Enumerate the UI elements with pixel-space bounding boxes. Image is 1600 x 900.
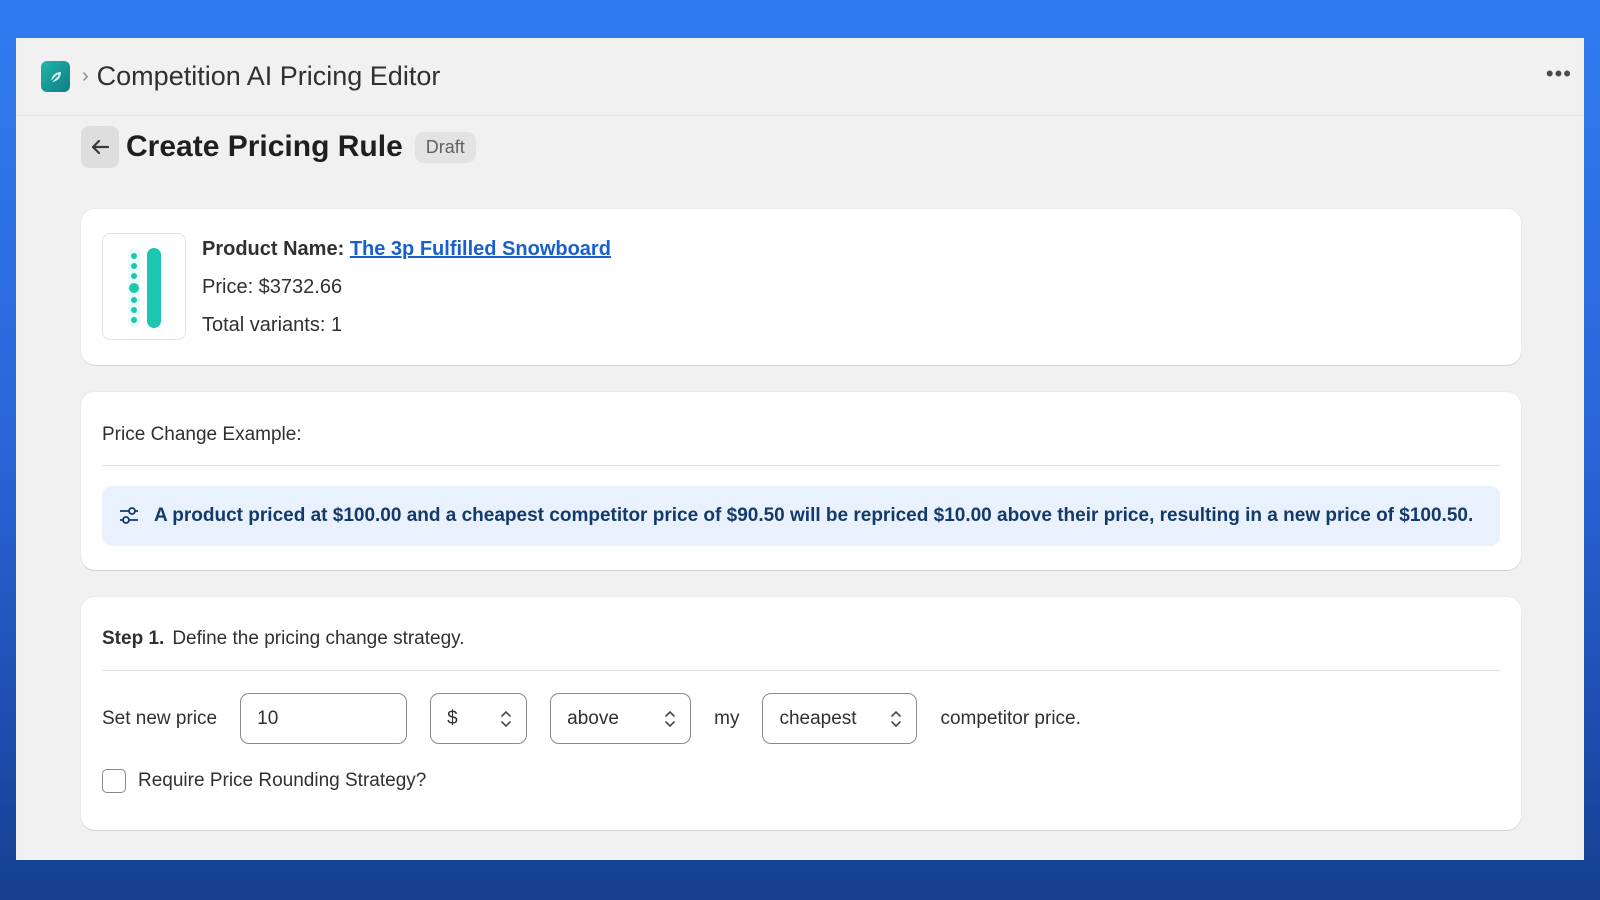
product-thumbnail [102,233,186,340]
select-arrows-icon [891,710,902,728]
divider [102,670,1500,671]
app-title: Competition AI Pricing Editor [96,61,441,91]
more-actions-icon[interactable]: ••• [1546,62,1572,86]
step-description: Define the pricing change strategy. [172,628,465,649]
product-name-label: Product Name: [202,238,345,260]
step-heading: Step 1. Define the pricing change strateg… [102,628,465,650]
arrow-left-icon [91,139,110,155]
select-arrows-icon [501,710,511,728]
select-arrows-icon [665,710,675,728]
rounding-row: Require Price Rounding Strategy? [102,769,426,793]
sliders-icon [120,507,138,524]
price-amount-input[interactable]: 10 [240,693,408,744]
rounding-label: Require Price Rounding Strategy? [138,770,427,791]
competitor-select-value: cheapest [779,707,857,729]
competitor-price-label: competitor price. [940,707,1081,729]
step-1-card: Step 1. Define the pricing change strateg… [81,597,1521,830]
step-number: Step 1. [102,628,165,649]
product-name-row: Product Name: The 3p Fulfilled Snowboard [202,237,611,275]
leaf-app-icon[interactable] [41,61,70,92]
product-variants: Total variants: 1 [202,314,343,336]
unit-select[interactable]: $ [430,693,528,744]
status-badge: Draft [414,131,476,163]
competitor-select[interactable]: cheapest [762,693,918,744]
app-window: › Competition AI Pricing Editor ••• Crea… [16,38,1584,860]
example-banner: A product priced at $100.00 and a cheape… [102,486,1500,546]
product-price: Price: $3732.66 [202,276,343,298]
product-name-link[interactable]: The 3p Fulfilled Snowboard [350,238,611,260]
product-info: Product Name: The 3p Fulfilled Snowboard… [202,237,611,351]
page-header: Create Pricing Rule Draft [81,126,476,168]
example-text: A product priced at $100.00 and a cheape… [154,505,1474,526]
my-label: my [714,707,740,729]
back-button[interactable] [81,126,119,168]
direction-select[interactable]: above [550,693,692,744]
price-example-card: Price Change Example: A product priced a… [81,392,1521,570]
example-heading: Price Change Example: [102,424,302,445]
divider [102,465,1500,466]
strategy-row: Set new price 10 $ above my cheapest com… [102,693,1081,744]
page-title: Create Pricing Rule [126,130,403,163]
set-new-price-label: Set new price [102,707,218,729]
unit-select-value: $ [447,707,458,729]
direction-select-value: above [567,707,619,729]
chevron-right-icon: › [82,65,89,87]
product-card: Product Name: The 3p Fulfilled Snowboard… [81,209,1521,365]
rounding-checkbox[interactable] [102,769,126,793]
top-bar: › Competition AI Pricing Editor ••• [16,38,1584,116]
